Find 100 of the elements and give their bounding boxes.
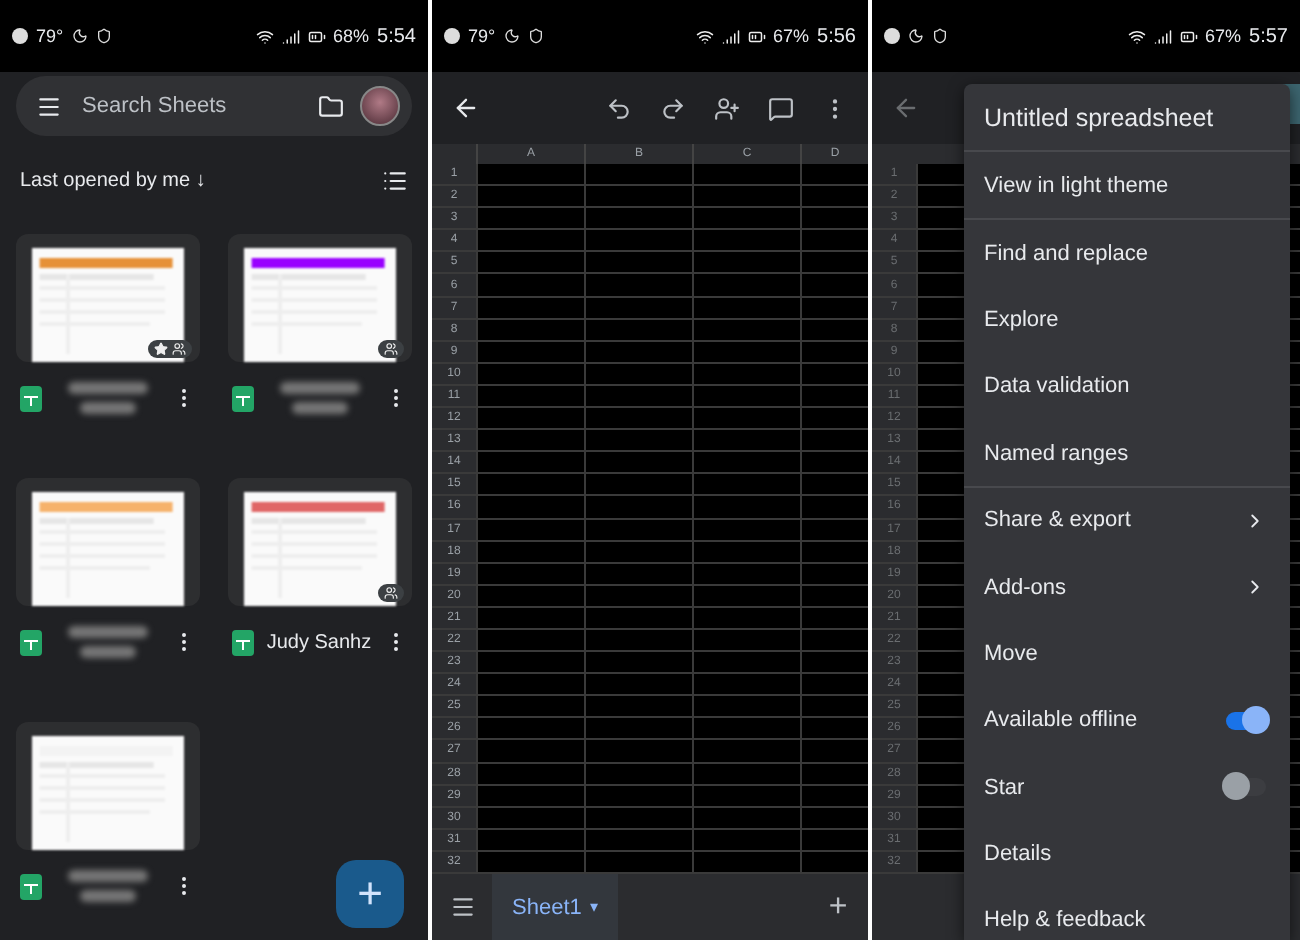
table-cell[interactable] bbox=[476, 208, 584, 229]
table-cell[interactable] bbox=[584, 763, 692, 784]
table-cell[interactable] bbox=[800, 297, 868, 318]
table-cell[interactable] bbox=[800, 452, 868, 473]
table-cell[interactable] bbox=[800, 563, 868, 584]
table-cell[interactable] bbox=[476, 763, 584, 784]
redo-icon[interactable] bbox=[660, 95, 686, 121]
share-icon[interactable] bbox=[714, 95, 740, 121]
table-cell[interactable] bbox=[692, 385, 800, 407]
new-sheet-button[interactable]: + bbox=[336, 860, 404, 928]
table-cell[interactable] bbox=[476, 541, 584, 562]
file-thumbnail[interactable] bbox=[16, 478, 200, 606]
table-cell[interactable] bbox=[476, 696, 584, 717]
table-cell[interactable] bbox=[800, 474, 868, 495]
table-cell[interactable] bbox=[584, 541, 692, 562]
table-cell[interactable] bbox=[476, 563, 584, 584]
menu-icon[interactable] bbox=[36, 93, 62, 119]
table-cell[interactable] bbox=[584, 585, 692, 606]
table-cell[interactable] bbox=[476, 585, 584, 606]
menu-item[interactable]: Named ranges bbox=[964, 419, 1290, 486]
table-cell[interactable] bbox=[584, 274, 692, 296]
table-cell[interactable] bbox=[692, 851, 800, 872]
table-cell[interactable] bbox=[476, 319, 584, 340]
table-cell[interactable] bbox=[692, 519, 800, 540]
table-cell[interactable] bbox=[800, 252, 868, 273]
list-view-icon[interactable] bbox=[382, 168, 408, 194]
table-cell[interactable] bbox=[800, 186, 868, 207]
table-cell[interactable] bbox=[800, 319, 868, 340]
menu-item[interactable]: Details bbox=[964, 819, 1290, 887]
table-cell[interactable] bbox=[692, 230, 800, 251]
file-thumbnail[interactable] bbox=[16, 722, 200, 850]
table-cell[interactable] bbox=[476, 519, 584, 540]
folder-icon[interactable] bbox=[318, 93, 344, 119]
table-cell[interactable] bbox=[476, 740, 584, 762]
table-cell[interactable] bbox=[476, 674, 584, 695]
menu-item[interactable]: Find and replace bbox=[964, 218, 1290, 286]
comment-icon[interactable] bbox=[768, 95, 794, 121]
table-cell[interactable] bbox=[476, 274, 584, 296]
table-cell[interactable] bbox=[584, 297, 692, 318]
table-cell[interactable] bbox=[584, 385, 692, 407]
table-cell[interactable] bbox=[692, 252, 800, 273]
table-cell[interactable] bbox=[692, 785, 800, 806]
table-cell[interactable] bbox=[584, 186, 692, 207]
table-cell[interactable] bbox=[800, 341, 868, 362]
table-cell[interactable] bbox=[584, 474, 692, 495]
sheet-tab[interactable]: Sheet1 ▾ bbox=[492, 874, 618, 940]
table-cell[interactable] bbox=[476, 829, 584, 850]
table-cell[interactable] bbox=[800, 230, 868, 251]
table-cell[interactable] bbox=[584, 252, 692, 273]
table-cell[interactable] bbox=[476, 807, 584, 828]
table-cell[interactable] bbox=[800, 829, 868, 850]
menu-item[interactable]: Explore bbox=[964, 285, 1290, 353]
table-cell[interactable] bbox=[476, 629, 584, 651]
table-cell[interactable] bbox=[692, 408, 800, 429]
table-cell[interactable] bbox=[476, 186, 584, 207]
table-cell[interactable] bbox=[800, 519, 868, 540]
table-cell[interactable] bbox=[476, 496, 584, 517]
table-cell[interactable] bbox=[692, 474, 800, 495]
table-cell[interactable] bbox=[692, 718, 800, 739]
table-cell[interactable] bbox=[476, 297, 584, 318]
table-cell[interactable] bbox=[800, 607, 868, 628]
table-cell[interactable] bbox=[692, 186, 800, 207]
menu-item[interactable]: Move bbox=[964, 619, 1290, 687]
menu-item[interactable]: Share & export bbox=[964, 485, 1290, 553]
table-cell[interactable] bbox=[800, 763, 868, 784]
table-cell[interactable] bbox=[692, 607, 800, 628]
file-thumbnail[interactable] bbox=[228, 234, 412, 362]
table-cell[interactable] bbox=[692, 541, 800, 562]
table-cell[interactable] bbox=[800, 363, 868, 384]
table-cell[interactable] bbox=[584, 208, 692, 229]
table-cell[interactable] bbox=[692, 585, 800, 606]
table-cell[interactable] bbox=[800, 385, 868, 407]
table-cell[interactable] bbox=[476, 474, 584, 495]
table-cell[interactable] bbox=[476, 252, 584, 273]
table-cell[interactable] bbox=[692, 696, 800, 717]
table-cell[interactable] bbox=[584, 629, 692, 651]
table-cell[interactable] bbox=[692, 430, 800, 451]
table-cell[interactable] bbox=[476, 164, 584, 185]
table-cell[interactable] bbox=[476, 652, 584, 673]
table-cell[interactable] bbox=[692, 208, 800, 229]
table-cell[interactable] bbox=[584, 452, 692, 473]
sheets-list-icon[interactable] bbox=[449, 894, 475, 920]
table-cell[interactable] bbox=[800, 164, 868, 185]
table-cell[interactable] bbox=[692, 341, 800, 362]
table-cell[interactable] bbox=[584, 807, 692, 828]
table-cell[interactable] bbox=[584, 652, 692, 673]
table-cell[interactable] bbox=[476, 385, 584, 407]
table-cell[interactable] bbox=[800, 629, 868, 651]
table-cell[interactable] bbox=[584, 430, 692, 451]
search-field[interactable]: Search Sheets bbox=[78, 92, 302, 120]
table-cell[interactable] bbox=[476, 607, 584, 628]
table-cell[interactable] bbox=[800, 718, 868, 739]
table-cell[interactable] bbox=[584, 319, 692, 340]
table-cell[interactable] bbox=[800, 674, 868, 695]
toggle-switch[interactable] bbox=[1226, 711, 1266, 730]
table-cell[interactable] bbox=[800, 430, 868, 451]
menu-item[interactable]: View in light theme bbox=[964, 152, 1290, 219]
add-sheet-button[interactable]: + bbox=[808, 874, 868, 940]
table-cell[interactable] bbox=[692, 297, 800, 318]
table-cell[interactable] bbox=[800, 785, 868, 806]
